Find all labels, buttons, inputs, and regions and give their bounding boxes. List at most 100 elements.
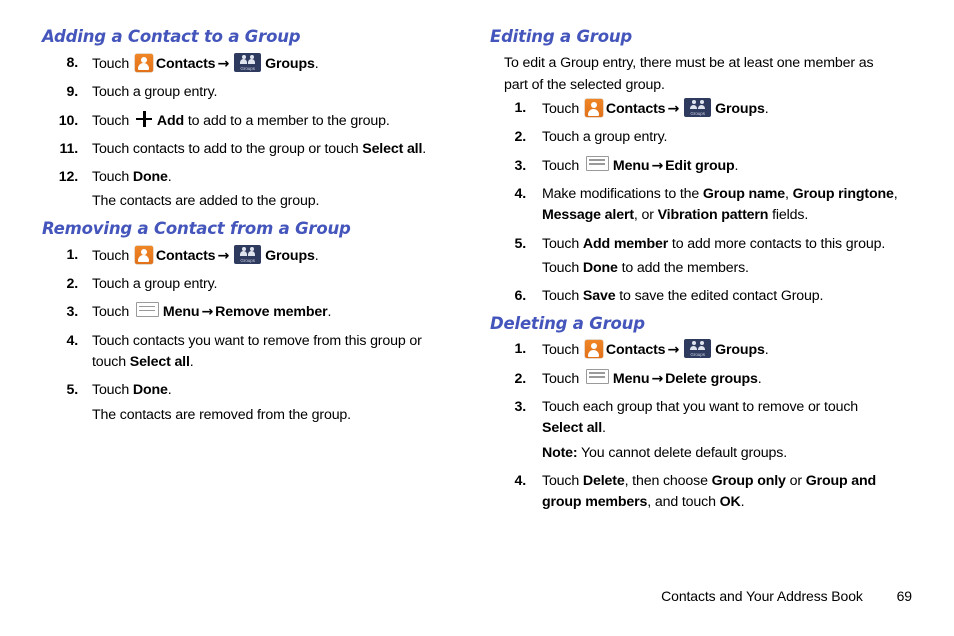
section-heading-deleting-a-group: Deleting a Group xyxy=(490,313,645,333)
step-item: 1. Touch Contacts → Groups Groups. xyxy=(490,98,900,120)
step-body: Touch Menu → Edit group. xyxy=(542,155,739,174)
step-emphasis: Delete groups xyxy=(665,370,758,387)
right-column: Editing a Group To edit a Group entry, t… xyxy=(490,27,900,521)
step-emphasis: Select all xyxy=(362,140,423,157)
step-text: Touch xyxy=(542,370,583,387)
step-item: 3. Touch Menu → Remove member. xyxy=(42,302,452,323)
step-text: . xyxy=(764,342,769,359)
step-emphasis: Done xyxy=(132,169,168,186)
step-body: Touch Add member to add more contacts to… xyxy=(542,236,900,280)
footer-chapter-title: Contacts and Your Address Book xyxy=(661,588,863,604)
step-item: 10. Touch Add to add to a member to the g… xyxy=(42,111,452,132)
step-emphasis: Contacts xyxy=(605,342,666,359)
step-body: Touch Menu → Remove member. xyxy=(92,302,331,321)
step-emphasis: Group name xyxy=(702,186,785,203)
step-emphasis: Remove member xyxy=(215,304,328,321)
page-footer: Contacts and Your Address Book 69 xyxy=(490,588,912,604)
step-emphasis: Contacts xyxy=(605,101,666,118)
step-continuation-line: The contacts are added to the group. xyxy=(92,191,452,212)
step-body: Touch Contacts → Groups Groups. xyxy=(542,339,769,359)
left-column: Adding a Contact to a Group 8. Touch Cont… xyxy=(42,27,452,433)
step-emphasis: Group only xyxy=(711,472,786,489)
step-emphasis: Vibration pattern xyxy=(657,207,769,224)
step-emphasis: Menu xyxy=(612,157,650,174)
step-text: Touch xyxy=(92,382,133,399)
section-heading-editing-a-group: Editing a Group xyxy=(490,27,633,46)
contacts-icon xyxy=(134,245,153,264)
arrow-icon: → xyxy=(217,247,230,264)
step-text: to add more contacts to this group. xyxy=(668,235,886,252)
step-text: Touch each group that you want to remove… xyxy=(542,399,859,416)
step-emphasis: Group ringtone xyxy=(792,186,894,203)
step-text: to add the members. xyxy=(617,259,749,276)
step-text: fields. xyxy=(768,207,809,224)
step-body: Touch each group that you want to remove… xyxy=(542,399,900,464)
steps-adding-contact-to-group: 8. Touch Contacts → Groups Groups. 9. Touch a … xyxy=(42,52,452,213)
step-emphasis: OK xyxy=(719,494,741,511)
arrow-icon: → xyxy=(217,55,230,72)
step-item: 1. Touch Contacts → Groups Groups. xyxy=(42,244,452,267)
step-body: Touch Add to add to a member to the grou… xyxy=(92,111,390,129)
step-body: Touch a group entry. xyxy=(92,84,217,100)
step-text: . xyxy=(314,247,319,264)
step-number: 5. xyxy=(514,235,526,252)
step-emphasis: Menu xyxy=(162,304,200,321)
step-text: Touch xyxy=(92,304,133,321)
step-number: 4. xyxy=(514,472,526,489)
menu-icon xyxy=(585,368,609,384)
steps-deleting-a-group: 1. Touch Contacts → Groups Groups. 2. Touch Me… xyxy=(490,339,900,513)
step-text: Touch xyxy=(542,101,583,118)
step-item: 4. Touch Delete, then choose Group only o… xyxy=(490,471,900,514)
step-continuation-line: Note: You cannot delete default groups. xyxy=(542,443,900,464)
step-item: 2. Touch Menu → Delete groups. xyxy=(490,368,900,390)
step-emphasis: Delete xyxy=(582,472,625,489)
step-text: , xyxy=(784,186,793,203)
step-number: 2. xyxy=(66,276,78,293)
footer-page-number: 69 xyxy=(896,588,912,604)
groups-icon: Groups xyxy=(234,244,262,264)
step-text: . xyxy=(734,157,739,174)
step-text: . xyxy=(189,353,194,370)
step-item: 3. Touch each group that you want to remo… xyxy=(490,397,900,464)
step-item: 4. Touch contacts you want to remove from… xyxy=(42,331,452,374)
step-item: 5. Touch Add member to add more contacts … xyxy=(490,234,900,280)
step-emphasis: Menu xyxy=(612,370,650,387)
step-number: 1. xyxy=(514,100,526,117)
step-number: 2. xyxy=(514,129,526,146)
step-text: , or xyxy=(633,207,658,224)
step-item: 4. Make modifications to the Group name, … xyxy=(490,184,900,227)
step-number: 1. xyxy=(66,246,78,263)
step-text: Touch a group entry. xyxy=(92,276,218,293)
steps-removing-contact-from-group: 1. Touch Contacts → Groups Groups. 2. Touch a … xyxy=(42,244,452,426)
step-text: . xyxy=(314,55,319,72)
step-item: 1. Touch Contacts → Groups Groups. xyxy=(490,339,900,361)
arrow-icon: → xyxy=(651,157,664,174)
step-body: Touch Contacts → Groups Groups. xyxy=(92,52,319,72)
contacts-icon xyxy=(134,53,153,72)
step-text: Touch xyxy=(542,157,583,174)
manual-page: Adding a Contact to a Group 8. Touch Cont… xyxy=(0,0,954,636)
step-body: Touch Done. The contacts are removed from… xyxy=(92,382,452,426)
step-emphasis: Groups xyxy=(715,101,765,118)
step-body: Touch a group entry. xyxy=(542,129,667,145)
step-body: Touch a group entry. xyxy=(92,276,217,292)
step-body: Touch contacts you want to remove from t… xyxy=(92,333,422,370)
step-text: The contacts are added to the group. xyxy=(92,193,320,210)
step-emphasis: Contacts xyxy=(155,247,216,264)
step-item: 8. Touch Contacts → Groups Groups. xyxy=(42,52,452,75)
step-body: Touch Contacts → Groups Groups. xyxy=(92,244,319,264)
step-text: Touch xyxy=(542,259,583,276)
steps-editing-a-group: 1. Touch Contacts → Groups Groups. 2. Touch a … xyxy=(490,98,900,307)
step-emphasis: Message alert xyxy=(542,207,634,224)
step-text: . xyxy=(167,382,172,399)
step-emphasis: Groups xyxy=(715,342,765,359)
step-body: Make modifications to the Group name, Gr… xyxy=(542,186,898,223)
contacts-icon xyxy=(584,340,603,359)
step-number: 2. xyxy=(514,370,526,387)
menu-icon xyxy=(135,302,159,318)
step-item: 11. Touch contacts to add to the group or… xyxy=(42,139,452,160)
step-number: 6. xyxy=(514,288,526,305)
step-emphasis: Contacts xyxy=(155,55,216,72)
step-number: 3. xyxy=(514,157,526,174)
step-number: 5. xyxy=(66,382,78,399)
